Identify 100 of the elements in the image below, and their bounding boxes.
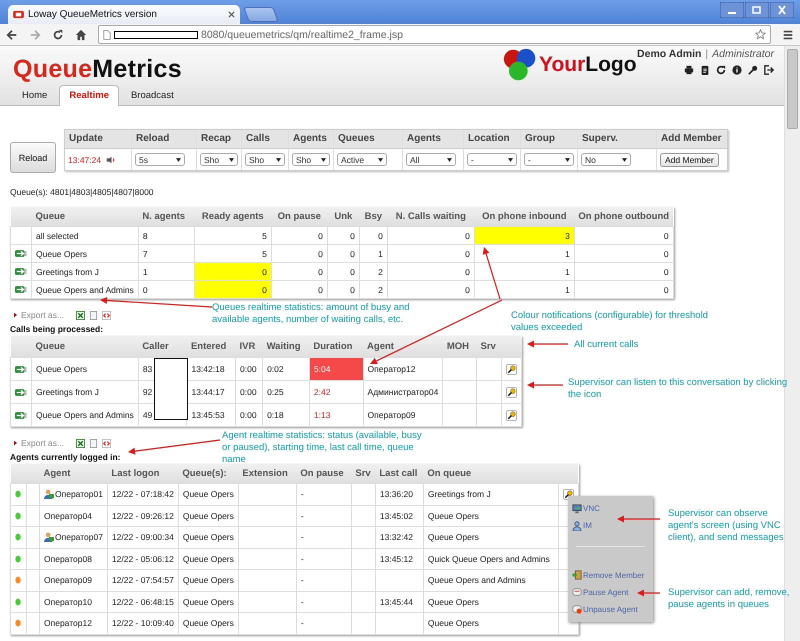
menu-item[interactable]: Unpause Agent xyxy=(572,600,649,618)
menu-icon[interactable] xyxy=(782,28,794,40)
filter-dropdown[interactable]: Sho xyxy=(200,153,238,166)
filter-dropdown[interactable]: Active xyxy=(337,153,387,166)
column-header: IVR xyxy=(236,336,263,358)
table-cell: 12/22 - 05:06:12 xyxy=(107,548,178,570)
menu-item[interactable]: IM xyxy=(572,517,649,534)
filter-dropdown[interactable]: Sho xyxy=(245,153,285,166)
caret-icon[interactable] xyxy=(14,312,17,318)
table-cell: 1 xyxy=(474,280,574,298)
back-icon[interactable] xyxy=(6,28,18,40)
menu-item[interactable]: Remove Member xyxy=(572,566,649,584)
table-cell: 0 xyxy=(359,226,388,244)
filter-dropdown[interactable]: - xyxy=(524,153,574,166)
table-cell: 1 xyxy=(359,244,388,262)
menu-item[interactable]: VNC xyxy=(572,500,649,518)
column-header: On pause xyxy=(271,207,328,226)
spreadsheet-icon[interactable] xyxy=(76,438,85,448)
nav-tab[interactable]: Broadcast xyxy=(122,85,182,106)
clipboard-icon[interactable] xyxy=(700,65,710,75)
add-member-button[interactable]: Add Member xyxy=(660,152,719,166)
new-tab-button[interactable] xyxy=(243,7,279,22)
export-link[interactable]: Export as... xyxy=(21,310,64,320)
export-link[interactable]: Export as... xyxy=(21,438,64,448)
filter-label: Queues xyxy=(334,130,402,149)
key-icon[interactable] xyxy=(748,65,758,75)
table-cell: Queue Opers xyxy=(423,612,558,634)
table-cell: 13:45:44 xyxy=(375,591,424,612)
agent-name: Оператор10 xyxy=(44,596,92,607)
table-cell: - xyxy=(296,526,352,548)
close-icon[interactable] xyxy=(228,11,235,18)
table-cell: Queue Opers xyxy=(32,244,138,262)
status-dot xyxy=(15,554,21,563)
caret-icon[interactable] xyxy=(14,440,17,446)
reload-button[interactable]: Reload xyxy=(10,142,56,173)
spreadsheet-icon[interactable] xyxy=(76,310,85,320)
status-dot xyxy=(15,598,21,606)
nav-tab[interactable]: Home xyxy=(14,85,56,106)
queue-icon[interactable] xyxy=(15,249,27,258)
column-header: N. agents xyxy=(138,207,194,226)
table-cell: Greetings from J xyxy=(32,262,138,280)
filter-label: Agents xyxy=(289,130,333,149)
logout-icon[interactable] xyxy=(764,65,774,75)
column-header: Duration xyxy=(309,336,364,358)
caret-icon xyxy=(176,158,181,162)
info-icon[interactable] xyxy=(732,65,742,75)
caret-icon xyxy=(321,158,326,162)
minimize-icon[interactable] xyxy=(720,2,744,18)
table-cell: all selected xyxy=(32,226,138,244)
table-cell: - xyxy=(296,612,352,634)
table-cell: 13:42:18 xyxy=(186,358,236,380)
document-icon[interactable] xyxy=(89,310,98,320)
filter-dropdown[interactable]: - xyxy=(467,153,517,166)
restore-icon[interactable] xyxy=(745,2,769,18)
table-cell: 0:00 xyxy=(236,380,263,404)
filter-dropdown[interactable]: All xyxy=(406,153,456,166)
annotation-text: Colour notifications (configurable) for threshold values exceeded xyxy=(511,310,709,334)
table-cell: Quick Queue Opers and Admins xyxy=(423,548,558,570)
nav-tab[interactable]: Realtime xyxy=(59,85,119,106)
column-header: Last logon xyxy=(107,464,178,484)
code-icon[interactable] xyxy=(102,438,111,448)
separator-text: | xyxy=(705,48,708,60)
queue-icon[interactable] xyxy=(15,285,27,294)
refresh-icon[interactable] xyxy=(716,65,726,75)
speaker-icon[interactable] xyxy=(106,156,118,164)
queue-icon[interactable] xyxy=(15,410,27,420)
address-bar[interactable]: 8080/queuemetrics/qm/realtime2_frame.jsp xyxy=(98,25,771,44)
key-icon[interactable] xyxy=(506,364,517,374)
annotation-arrow xyxy=(527,382,563,388)
filter-dropdown[interactable]: No xyxy=(581,153,631,166)
code-icon[interactable] xyxy=(102,310,111,320)
table-cell: 2 xyxy=(359,280,388,298)
tray-icon xyxy=(572,587,582,598)
printer-icon[interactable] xyxy=(684,65,694,75)
star-icon[interactable] xyxy=(755,29,766,40)
table-cell: 0 xyxy=(574,262,674,280)
queue-icon[interactable] xyxy=(15,267,27,276)
column-header: Ready agents xyxy=(194,207,272,226)
column-header: Waiting xyxy=(262,336,310,358)
key-icon[interactable] xyxy=(506,410,517,420)
table-cell: 0 xyxy=(271,226,328,244)
agent-name: Оператор08 xyxy=(44,554,92,564)
home-icon[interactable] xyxy=(75,28,87,40)
browser-tab[interactable]: Loway QueueMetrics version xyxy=(8,5,240,24)
table-cell: 8 xyxy=(138,226,194,244)
filter-label: Location xyxy=(464,130,520,149)
document-icon[interactable] xyxy=(89,438,98,448)
queue-icon[interactable] xyxy=(15,364,27,374)
column-header: Entered xyxy=(186,336,236,358)
column-header: Queue xyxy=(32,207,138,226)
table-cell: 12/22 - 09:26:12 xyxy=(107,505,178,526)
filter-dropdown[interactable]: Sho xyxy=(292,153,330,166)
filter-dropdown[interactable]: 5s xyxy=(135,153,185,166)
key-icon[interactable] xyxy=(506,386,517,398)
queue-icon[interactable] xyxy=(15,388,27,396)
table-cell: Queue Opers xyxy=(178,612,238,634)
scrollbar-thumb[interactable] xyxy=(787,49,798,129)
close-icon[interactable] xyxy=(770,2,794,18)
annotation-arrow xyxy=(527,340,568,348)
reload-icon[interactable] xyxy=(52,28,64,40)
